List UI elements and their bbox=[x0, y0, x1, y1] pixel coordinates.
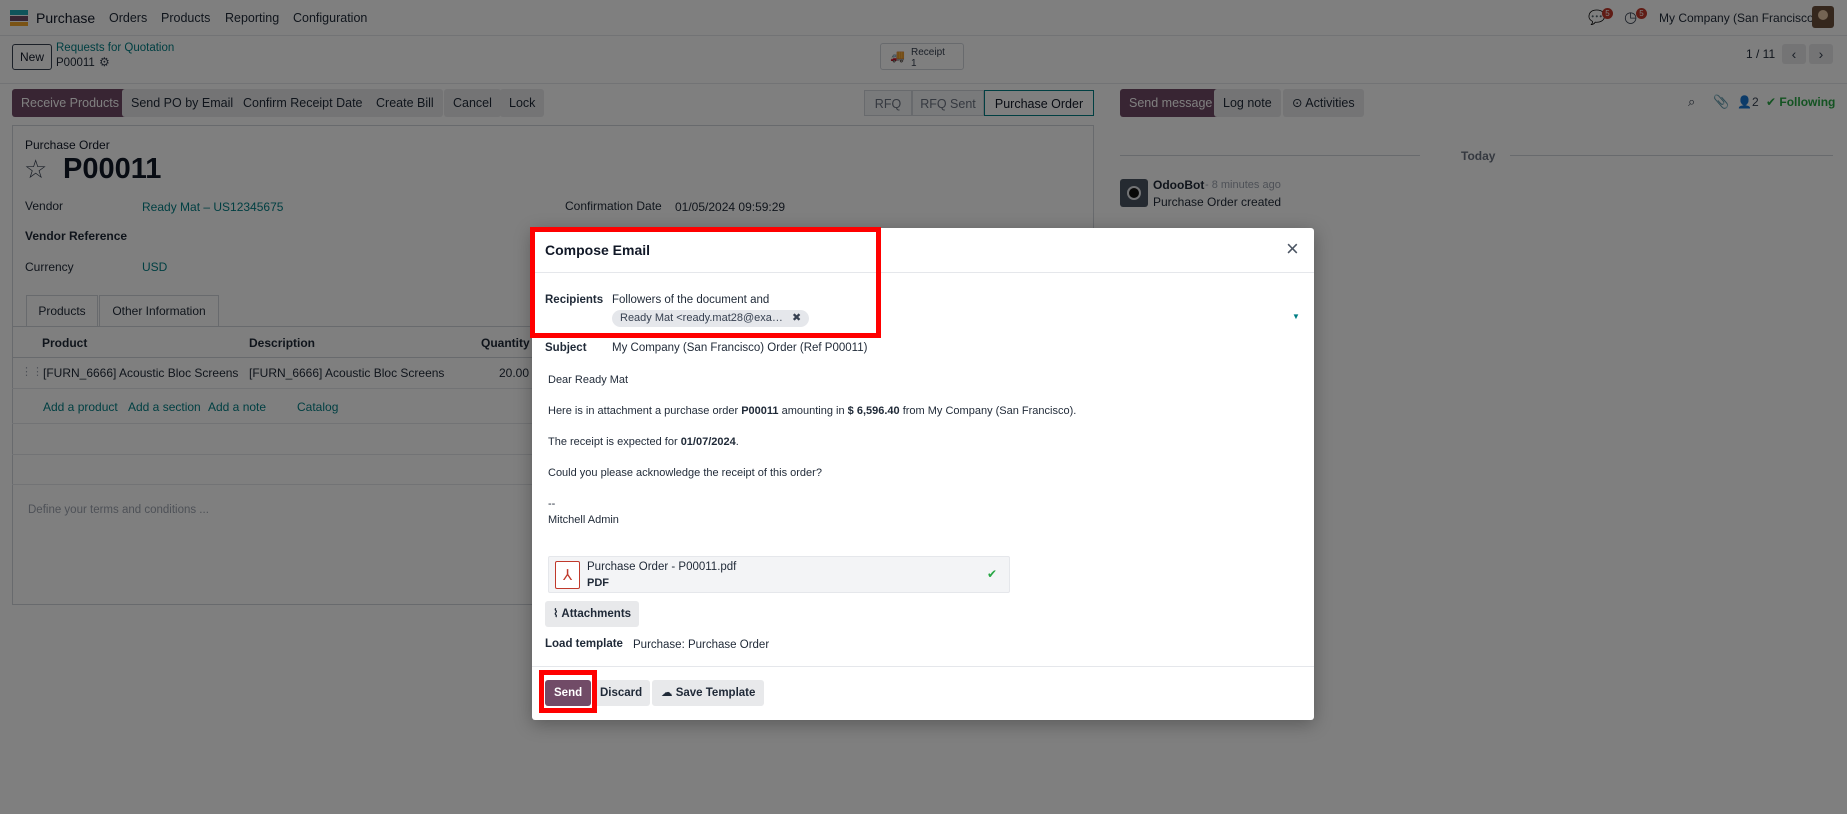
load-template-field[interactable]: Purchase: Purchase Order bbox=[633, 639, 769, 651]
pdf-icon: ⅄ bbox=[555, 561, 580, 589]
body-line-amount: Here is in attachment a purchase order P… bbox=[548, 405, 1076, 417]
body-date: 01/07/2024 bbox=[680, 436, 736, 448]
email-body-editor[interactable]: Dear Ready Mat Here is in attachment a p… bbox=[548, 364, 1298, 540]
attachment-type: PDF bbox=[587, 577, 609, 589]
subject-label: Subject bbox=[545, 342, 587, 354]
cloud-upload-icon: ☁ bbox=[661, 687, 673, 699]
send-label: Send bbox=[554, 687, 583, 699]
save-template-button[interactable]: ☁ Save Template bbox=[652, 680, 765, 706]
body-line-receipt: The receipt is expected for 01/07/2024. bbox=[548, 436, 739, 448]
recipients-label: Recipients bbox=[545, 294, 604, 306]
check-icon: ✔ bbox=[987, 567, 998, 581]
paperclip-icon: ⌇ bbox=[553, 608, 559, 620]
body-greeting: Dear Ready Mat bbox=[548, 374, 629, 386]
body-amount: $ 6,596.40 bbox=[847, 405, 900, 417]
close-icon[interactable]: × bbox=[1286, 236, 1299, 262]
body-po-ref: P00011 bbox=[741, 405, 779, 417]
discard-label: Discard bbox=[600, 687, 643, 699]
body-signature: Mitchell Admin bbox=[548, 514, 619, 526]
recipients-dropdown-icon[interactable]: ▼ bbox=[1292, 312, 1300, 321]
attachments-label: Attachments bbox=[561, 608, 632, 620]
body-text: Here is in attachment a purchase order bbox=[548, 405, 742, 417]
body-text: amounting in bbox=[778, 405, 848, 417]
remove-tag-icon[interactable]: ✖ bbox=[792, 312, 801, 324]
body-line-ack: Could you please acknowledge the receipt… bbox=[548, 467, 822, 479]
attachment-name: Purchase Order - P00011.pdf bbox=[587, 561, 737, 573]
subject-field[interactable]: My Company (San Francisco) Order (Ref P0… bbox=[612, 342, 867, 354]
save-template-label: Save Template bbox=[675, 687, 756, 699]
recipient-tag-label: Ready Mat <ready.mat28@exa… bbox=[620, 312, 783, 324]
dialog-footer-divider bbox=[532, 666, 1314, 667]
recipient-tag[interactable]: Ready Mat <ready.mat28@exa… ✖ bbox=[612, 310, 810, 327]
send-button[interactable]: Send bbox=[545, 680, 592, 706]
body-text: The receipt is expected for bbox=[548, 436, 681, 448]
recipients-text: Followers of the document and bbox=[612, 294, 770, 306]
attachments-button[interactable]: ⌇ Attachments bbox=[545, 601, 640, 627]
body-text: from My Company (San Francisco). bbox=[899, 405, 1077, 417]
dialog-header-divider bbox=[532, 272, 1314, 273]
dialog-title: Compose Email bbox=[545, 242, 651, 258]
load-template-label: Load template bbox=[545, 638, 623, 650]
compose-email-dialog: Compose Email × Recipients Followers of … bbox=[532, 228, 1314, 720]
body-text: . bbox=[735, 436, 739, 448]
body-signature-separator: -- bbox=[548, 498, 556, 510]
discard-button[interactable]: Discard bbox=[592, 680, 651, 706]
attachment-card[interactable]: ⅄ Purchase Order - P00011.pdf PDF ✔ bbox=[548, 556, 1010, 593]
